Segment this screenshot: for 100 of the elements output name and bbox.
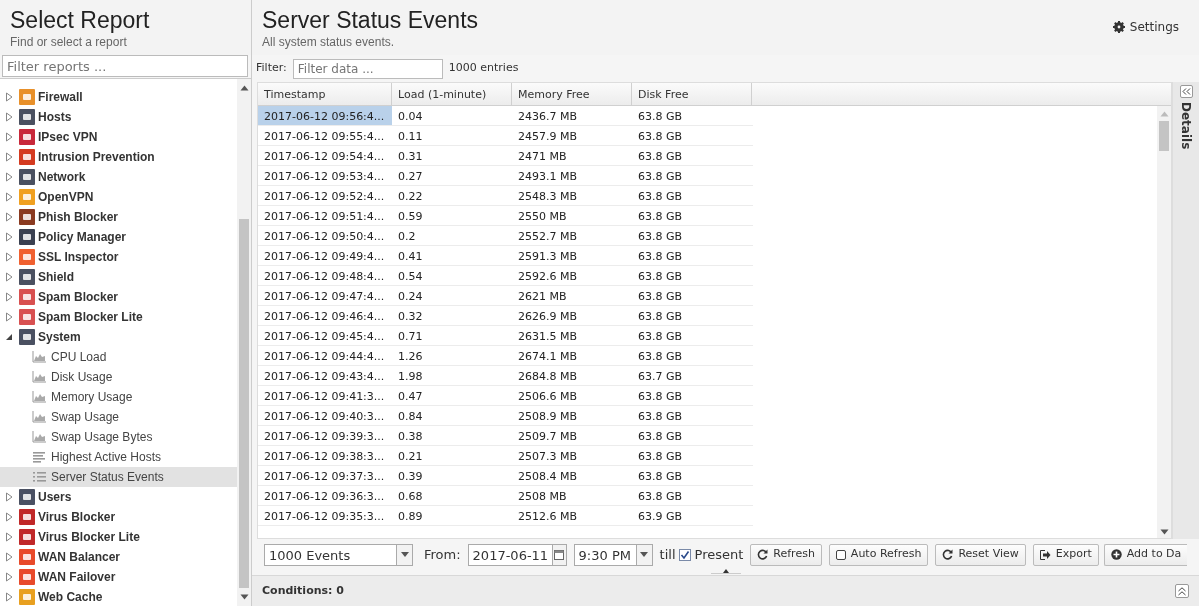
expand-button[interactable] (1175, 584, 1189, 598)
table-cell-text: 0.11 (397, 129, 424, 145)
toolbar-button[interactable]: Refresh (750, 543, 822, 566)
table-cell-text: 0.04 (397, 109, 424, 125)
table-cell-text: 63.8 GB (637, 289, 684, 305)
tree-item[interactable]: Memory Usage (0, 387, 237, 407)
scroll-up-arrow-icon (239, 85, 249, 91)
tree-item[interactable]: WAN Failover (38, 568, 116, 586)
table-cell-text: 2017-06-12 09:51:4... (263, 209, 386, 225)
expanded-arrow-icon[interactable] (5, 333, 13, 341)
table-cell-text: 2471 MB (517, 149, 568, 165)
tree-item[interactable]: Firewall (38, 88, 83, 106)
column-header[interactable]: Timestamp (258, 83, 392, 105)
table-cell-text: 2017-06-12 09:48:4... (263, 269, 386, 285)
table-cell-text: 0.24 (397, 289, 424, 305)
tree-item[interactable]: Phish Blocker (38, 208, 119, 226)
tree-item[interactable]: Network (38, 168, 86, 186)
column-header[interactable]: Memory Free (512, 83, 632, 105)
tree-item[interactable]: CPU Load (0, 347, 237, 367)
time-dropdown[interactable]: 9:30 PM (573, 543, 653, 566)
collapsed-arrow-icon[interactable] (5, 92, 13, 102)
tree-item[interactable]: Virus Blocker Lite (38, 528, 140, 546)
table-cell-text: 0.84 (397, 409, 424, 425)
table-cell-text: 63.8 GB (637, 409, 684, 425)
toolbar-button[interactable]: Add to Da (1103, 543, 1188, 566)
date-field[interactable]: 2017-06-11 (467, 543, 567, 566)
tree-item[interactable]: WAN Balancer (38, 548, 121, 566)
page-subtitle: All system status events. (262, 35, 396, 49)
collapsed-arrow-icon[interactable] (5, 192, 13, 202)
scrollbar-thumb[interactable] (1159, 121, 1169, 151)
table-cell-text: 0.41 (397, 249, 424, 265)
collapsed-arrow-icon[interactable] (5, 132, 13, 142)
collapsed-arrow-icon[interactable] (5, 172, 13, 182)
table-cell-text: 2493.1 MB (517, 169, 579, 185)
export-icon (1039, 549, 1051, 560)
tree-item[interactable]: Spam Blocker (38, 288, 119, 306)
collapsed-arrow-icon[interactable] (5, 552, 13, 562)
scrollbar[interactable] (1157, 106, 1171, 538)
table-cell-text: 0.27 (397, 169, 424, 185)
toolbar-button[interactable]: Export (1032, 543, 1099, 566)
column-header[interactable]: Load (1-minute) (392, 83, 512, 105)
collapsed-arrow-icon[interactable] (5, 532, 13, 542)
scrollbar-thumb[interactable] (239, 219, 249, 588)
collapsed-arrow-icon[interactable] (5, 112, 13, 122)
table-cell-text: 0.89 (397, 509, 424, 525)
collapsed-arrow-icon[interactable] (5, 252, 13, 262)
table-cell-text: 2017-06-12 09:54:4... (263, 149, 386, 165)
tree-item[interactable]: Policy Manager (38, 228, 127, 246)
settings-button[interactable]: Settings (1112, 19, 1179, 35)
table-cell-text: 2508 MB (517, 489, 568, 505)
scrollbar[interactable] (237, 79, 251, 606)
table-cell-text: 0.32 (397, 309, 424, 325)
column-header[interactable]: Disk Free (632, 83, 752, 105)
table-cell-text: 2017-06-12 09:50:4... (263, 229, 386, 245)
tree-item[interactable]: System (38, 328, 81, 346)
toolbar-button[interactable]: Reset View (935, 543, 1026, 566)
collapsed-arrow-icon[interactable] (5, 292, 13, 302)
collapsed-arrow-icon[interactable] (5, 592, 13, 602)
table-cell-text: 63.8 GB (637, 389, 684, 405)
panel-subtitle: Find or select a report (10, 35, 128, 49)
expand-button[interactable] (1179, 85, 1193, 98)
present-checkbox[interactable]: Present (678, 544, 744, 565)
tree-item[interactable]: Swap Usage Bytes (0, 427, 237, 447)
filter-field[interactable]: Filter reports ... (2, 55, 248, 77)
collapsed-arrow-icon[interactable] (5, 572, 13, 582)
table-cell-text: 2509.7 MB (517, 429, 579, 445)
tree-item[interactable]: Highest Active Hosts (0, 447, 237, 467)
tree-item[interactable]: Users (38, 488, 72, 506)
collapsed-arrow-icon[interactable] (5, 312, 13, 322)
toolbar-button[interactable]: Auto Refresh (828, 543, 929, 566)
collapsed-arrow-icon[interactable] (5, 152, 13, 162)
tree-item[interactable]: Disk Usage (0, 367, 237, 387)
limit-dropdown[interactable]: 1000 Events (264, 543, 413, 566)
tree-item[interactable]: Virus Blocker (38, 508, 116, 526)
collapsed-arrow-icon[interactable] (5, 232, 13, 242)
collapsed-arrow-icon[interactable] (5, 512, 13, 522)
table-cell-text: 63.8 GB (637, 109, 684, 125)
tree-item[interactable]: OpenVPN (38, 188, 94, 206)
tree-item[interactable]: Swap Usage (0, 407, 237, 427)
tree-item[interactable]: Shield (38, 268, 74, 286)
table-cell-text: 63.8 GB (637, 129, 684, 145)
tree-item[interactable]: Server Status Events (0, 467, 237, 487)
collapsed-arrow-icon[interactable] (5, 272, 13, 282)
calendar-icon (554, 549, 565, 560)
tree-item[interactable]: Hosts (38, 108, 72, 126)
tree-item[interactable]: Spam Blocker Lite (38, 308, 143, 326)
table-cell-text: 63.8 GB (637, 309, 684, 325)
collapsed-arrow-icon[interactable] (5, 492, 13, 502)
table-cell-text: 0.71 (397, 329, 424, 345)
collapsed-arrow-icon[interactable] (5, 212, 13, 222)
tree-item[interactable]: IPsec VPN (38, 128, 98, 146)
tree-item[interactable]: SSL Inspector (38, 248, 119, 266)
table-cell-text: 0.2 (397, 229, 417, 245)
table-cell-text: 1.26 (397, 349, 424, 365)
table-cell-text: 63.8 GB (637, 489, 684, 505)
tree-item[interactable]: Web Cache (38, 588, 103, 606)
caret-down-icon (640, 552, 649, 557)
tree-item[interactable]: Intrusion Prevention (38, 148, 155, 166)
table-cell-text: 63.8 GB (637, 449, 684, 465)
filter-field[interactable]: Filter data ... (292, 58, 443, 79)
